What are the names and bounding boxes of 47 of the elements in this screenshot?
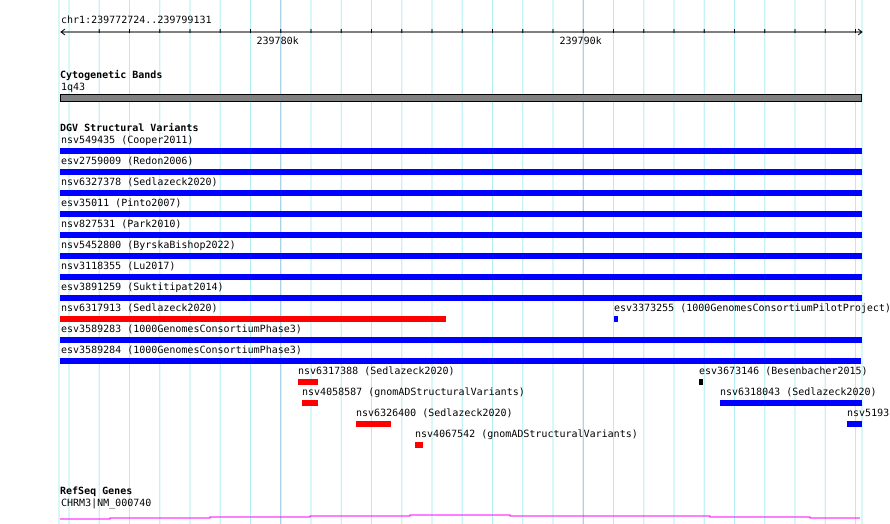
variant-bar[interactable] xyxy=(60,358,861,364)
variant-bar[interactable] xyxy=(847,421,862,427)
band-label: 1q43 xyxy=(61,82,86,94)
variant-label: esv3373255 (1000GenomesConsortiumPilotProject) xyxy=(614,303,890,315)
variant-label: nsv6317388 (Sedlazeck2020) xyxy=(298,366,455,378)
variant-label: esv3673146 (Besenbacher2015) xyxy=(699,366,868,378)
tick-label: 239790k xyxy=(560,36,602,48)
variant-label: esv3891259 (Suktitipat2014) xyxy=(61,282,224,294)
gene-label: CHRM3|NM_000740 xyxy=(61,498,152,510)
variant-label: esv2759009 (Redon2006) xyxy=(61,156,194,168)
variant-label: nsv4067542 (gnomADStructuralVariants) xyxy=(415,429,638,441)
variant-bar[interactable] xyxy=(60,211,862,217)
variant-bar[interactable] xyxy=(60,232,862,238)
tick-label: 239780k xyxy=(256,36,299,48)
variant-bar[interactable] xyxy=(356,421,391,427)
variant-bar[interactable] xyxy=(415,442,423,448)
variant-bar[interactable] xyxy=(60,295,862,301)
variant-label: nsv3118355 (Lu2017) xyxy=(61,261,176,273)
variant-label: esv3589284 (1000GenomesConsortiumPhase3) xyxy=(61,345,302,357)
track-title: RefSeq Genes xyxy=(60,486,132,498)
variant-label: nsv6326400 (Sedlazeck2020) xyxy=(356,408,513,420)
variant-bar[interactable] xyxy=(298,379,318,385)
gene-line[interactable] xyxy=(60,514,860,520)
variant-bar[interactable] xyxy=(699,379,703,385)
variant-label: nsv6327378 (Sedlazeck2020) xyxy=(61,177,218,189)
track-title: DGV Structural Variants xyxy=(60,123,198,135)
variant-bar[interactable] xyxy=(720,400,862,406)
variant-bar[interactable] xyxy=(60,253,862,259)
variant-label: nsv5193 xyxy=(847,408,890,420)
variant-bar[interactable] xyxy=(60,316,446,322)
variant-label: nsv549435 (Cooper2011) xyxy=(61,135,194,147)
region-label: chr1:239772724..239799131 xyxy=(61,15,212,27)
variant-bar[interactable] xyxy=(60,274,862,280)
variant-label: esv35011 (Pinto2007) xyxy=(61,198,182,210)
variant-bar[interactable] xyxy=(60,190,862,196)
variant-label: nsv4058587 (gnomADStructuralVariants) xyxy=(302,387,525,399)
track-title: Cytogenetic Bands xyxy=(60,70,162,82)
variant-bar[interactable] xyxy=(614,316,618,322)
variant-bar[interactable] xyxy=(60,337,862,343)
variant-label: nsv827531 (Park2010) xyxy=(61,219,182,231)
variant-label: nsv6318043 (Sedlazeck2020) xyxy=(720,387,877,399)
variant-bar[interactable] xyxy=(60,148,862,154)
variant-bar[interactable] xyxy=(60,169,862,175)
variant-label: nsv5452800 (ByrskaBishop2022) xyxy=(61,240,236,252)
variant-label: nsv6317913 (Sedlazeck2020) xyxy=(61,303,218,315)
variant-label: esv3589283 (1000GenomesConsortiumPhase3) xyxy=(61,324,302,336)
variant-bar[interactable] xyxy=(302,400,318,406)
